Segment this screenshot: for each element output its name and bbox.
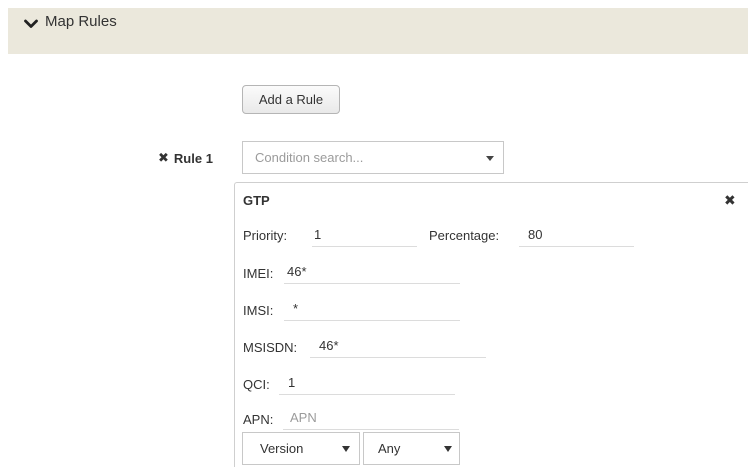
gtp-title: GTP <box>243 193 270 208</box>
priority-input[interactable]: 1 <box>312 225 417 247</box>
imsi-label: IMSI: <box>243 303 274 318</box>
chevron-down-icon <box>342 446 350 452</box>
msisdn-label: MSISDN: <box>243 340 298 355</box>
percentage-label: Percentage: <box>429 228 500 243</box>
chevron-down-icon <box>444 446 452 452</box>
rule-label: ✖ Rule 1 <box>158 150 213 166</box>
version-select[interactable]: Version <box>242 432 360 465</box>
apn-input[interactable]: APN <box>283 408 459 430</box>
section-title: Map Rules <box>45 13 117 30</box>
condition-search-select[interactable]: Condition search... <box>242 141 504 174</box>
qci-input[interactable]: 1 <box>279 373 455 395</box>
chevron-down-icon[interactable] <box>24 19 38 29</box>
add-rule-button[interactable]: Add a Rule <box>242 85 340 114</box>
percentage-input[interactable]: 80 <box>519 225 634 247</box>
close-icon[interactable]: ✖ <box>724 192 736 209</box>
apn-label: APN: <box>243 412 274 427</box>
priority-label: Priority: <box>243 228 288 243</box>
imsi-input[interactable]: * <box>284 299 460 321</box>
map-rules-header[interactable] <box>8 8 748 54</box>
msisdn-input[interactable]: 46* <box>310 336 486 358</box>
imei-input[interactable]: 46* <box>284 262 460 284</box>
rule-name: Rule 1 <box>173 150 213 166</box>
qci-label: QCI: <box>243 377 270 392</box>
imei-label: IMEI: <box>243 266 274 281</box>
condition-search-placeholder: Condition search... <box>255 150 364 165</box>
version-select-value: Version <box>260 441 304 456</box>
remove-rule-icon[interactable]: ✖ <box>158 150 169 166</box>
any-select[interactable]: Any <box>363 432 460 465</box>
chevron-down-icon <box>486 156 494 161</box>
any-select-value: Any <box>378 441 401 456</box>
